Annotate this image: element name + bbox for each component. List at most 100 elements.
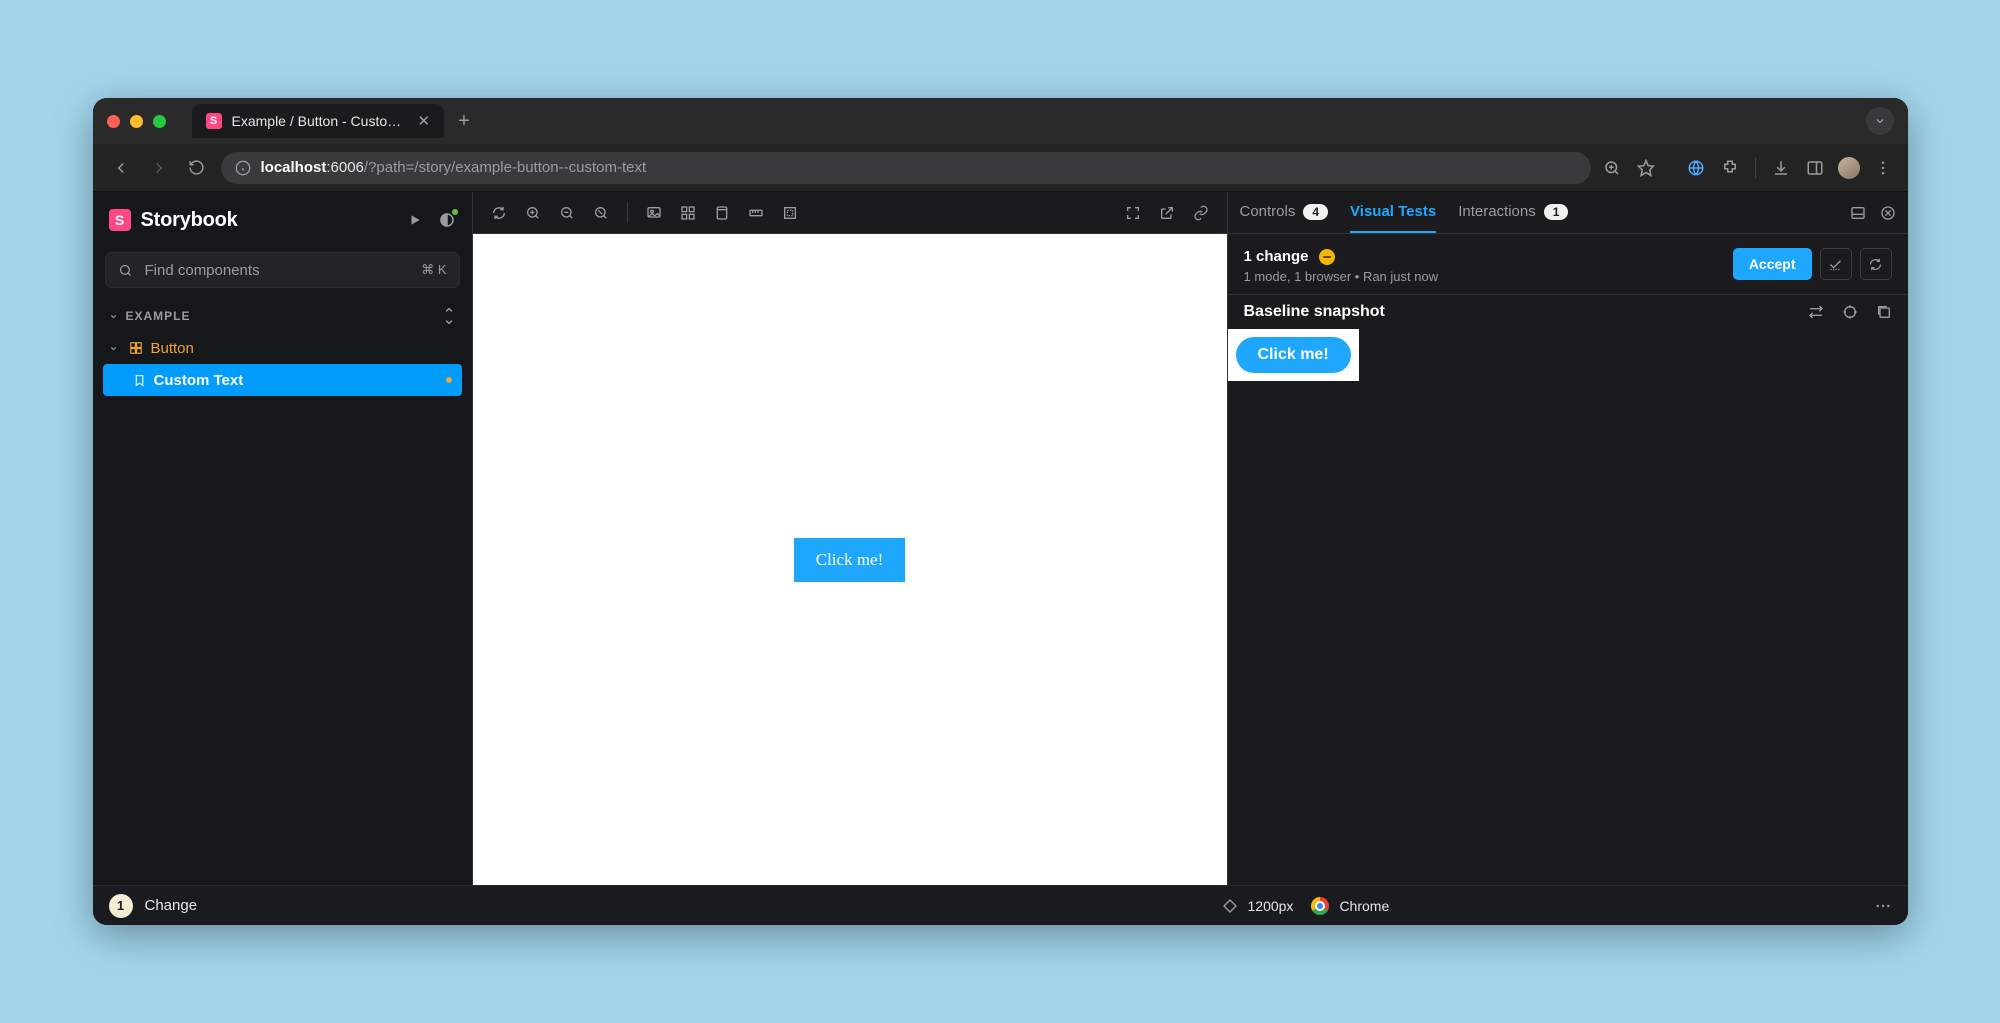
browser-tabstrip: S Example / Button - Custom Te ✕ + — [192, 104, 470, 138]
browser-titlebar: S Example / Button - Custom Te ✕ + — [93, 98, 1908, 144]
baseline-snapshot-view: Click me! — [1228, 329, 1908, 925]
snapshot-thumbnail[interactable]: Click me! — [1228, 329, 1359, 381]
grid-icon[interactable] — [674, 199, 702, 227]
chevron-down-icon — [109, 312, 118, 321]
reload-button[interactable] — [183, 154, 211, 182]
close-tab-icon[interactable]: ✕ — [418, 112, 431, 130]
new-tab-button[interactable]: + — [458, 110, 470, 133]
measure-icon[interactable] — [742, 199, 770, 227]
sidebar: S Storybook ⌘ K — [93, 192, 473, 925]
window-maximize-button[interactable] — [153, 115, 166, 128]
run-all-icon[interactable] — [408, 213, 422, 227]
close-panel-icon[interactable] — [1880, 205, 1896, 221]
panel-tabs: Controls 4 Visual Tests Interactions 1 — [1228, 192, 1908, 234]
profile-avatar[interactable] — [1838, 157, 1860, 179]
rerun-button[interactable] — [1860, 248, 1892, 280]
browser-tab-title: Example / Button - Custom Te — [232, 113, 402, 129]
sidebar-statusbar[interactable]: 1 Change — [93, 885, 473, 925]
tree-story-label: Custom Text — [154, 372, 438, 389]
stack-icon[interactable] — [1876, 304, 1892, 320]
browser-actions — [1601, 157, 1894, 179]
change-status-icon — [1319, 249, 1335, 265]
open-in-new-icon[interactable] — [1153, 199, 1181, 227]
more-icon[interactable] — [1874, 897, 1892, 915]
sidebar-section-header[interactable]: EXAMPLE — [93, 298, 472, 330]
canvas-column: Click me! — [473, 192, 1228, 925]
section-title-label: EXAMPLE — [126, 309, 191, 323]
tab-interactions-badge: 1 — [1544, 204, 1569, 220]
baseline-title: Baseline snapshot — [1244, 303, 1385, 321]
remount-icon[interactable] — [485, 199, 513, 227]
main-area: Click me! Controls 4 Visual Tests Intera… — [473, 192, 1908, 925]
panel-position-icon[interactable] — [1850, 205, 1866, 221]
forward-button[interactable] — [145, 154, 173, 182]
changed-indicator-icon — [446, 377, 452, 383]
window-close-button[interactable] — [107, 115, 120, 128]
outline-icon[interactable] — [776, 199, 804, 227]
tab-controls-label: Controls — [1240, 203, 1296, 220]
tree-group-button[interactable]: Button — [103, 332, 462, 364]
separator — [627, 203, 628, 223]
storybook-app: S Storybook ⌘ K — [93, 192, 1908, 925]
sidebar-header: S Storybook — [93, 192, 472, 248]
visual-tests-summary: 1 change 1 mode, 1 browser • Ran just no… — [1228, 234, 1908, 294]
tab-controls[interactable]: Controls 4 — [1240, 192, 1329, 233]
batch-accept-button[interactable] — [1820, 248, 1852, 280]
brand-name: Storybook — [141, 209, 238, 232]
tab-visual-tests[interactable]: Visual Tests — [1350, 192, 1436, 233]
window-minimize-button[interactable] — [130, 115, 143, 128]
bookmark-icon — [133, 374, 146, 387]
vt-change-count: 1 change — [1244, 248, 1309, 265]
separator — [1755, 158, 1756, 178]
copy-link-icon[interactable] — [1187, 199, 1215, 227]
demo-button[interactable]: Click me! — [794, 538, 906, 582]
story-canvas: Click me! — [473, 234, 1227, 885]
snapshot-button: Click me! — [1236, 337, 1351, 373]
accept-button[interactable]: Accept — [1733, 248, 1812, 280]
downloads-icon[interactable] — [1770, 157, 1792, 179]
url-input[interactable]: localhost:6006/?path=/story/example-butt… — [221, 152, 1591, 184]
story-tree: Button Custom Text — [93, 330, 472, 406]
tree-group-label: Button — [151, 340, 456, 357]
status-label: Change — [145, 897, 198, 914]
tab-controls-badge: 4 — [1303, 204, 1328, 220]
bookmark-star-icon[interactable] — [1635, 157, 1657, 179]
zoom-in-icon[interactable] — [519, 199, 547, 227]
fullscreen-icon[interactable] — [1119, 199, 1147, 227]
browser-tab[interactable]: S Example / Button - Custom Te ✕ — [192, 104, 445, 138]
collapse-all-icon[interactable] — [442, 308, 456, 324]
extension-a-icon[interactable] — [1685, 157, 1707, 179]
search-input[interactable]: ⌘ K — [105, 252, 460, 288]
swap-icon[interactable] — [1808, 304, 1824, 320]
component-icon — [129, 341, 143, 355]
tree-story-custom-text[interactable]: Custom Text — [103, 364, 462, 396]
back-button[interactable] — [107, 154, 135, 182]
kebab-menu-icon[interactable] — [1872, 157, 1894, 179]
diamond-icon[interactable] — [1222, 898, 1238, 914]
chrome-icon — [1311, 897, 1329, 915]
zoom-out-icon[interactable] — [553, 199, 581, 227]
search-shortcut-hint: ⌘ K — [421, 262, 446, 278]
tab-interactions[interactable]: Interactions 1 — [1458, 192, 1568, 233]
panel-bottombar: 1200px Chrome — [473, 885, 1908, 925]
browser-label: Chrome — [1339, 898, 1389, 914]
sidepanel-icon[interactable] — [1804, 157, 1826, 179]
status-count-badge: 1 — [109, 894, 133, 918]
background-icon[interactable] — [640, 199, 668, 227]
target-icon[interactable] — [1842, 304, 1858, 320]
storybook-favicon-icon: S — [206, 113, 222, 129]
viewport-size-label: 1200px — [1248, 898, 1294, 914]
baseline-header: Baseline snapshot — [1228, 294, 1908, 329]
zoom-icon[interactable] — [1601, 157, 1623, 179]
search-field[interactable] — [143, 261, 412, 280]
viewport-icon[interactable] — [708, 199, 736, 227]
browser-window: S Example / Button - Custom Te ✕ + — [93, 98, 1908, 925]
site-info-icon[interactable] — [235, 160, 251, 176]
window-controls — [107, 115, 166, 128]
url-text: localhost:6006/?path=/story/example-butt… — [261, 159, 647, 176]
extensions-icon[interactable] — [1719, 157, 1741, 179]
theme-toggle-icon[interactable] — [438, 211, 456, 229]
zoom-reset-icon[interactable] — [587, 199, 615, 227]
storybook-logo-icon: S — [109, 209, 131, 231]
tab-overflow-button[interactable] — [1866, 107, 1894, 135]
